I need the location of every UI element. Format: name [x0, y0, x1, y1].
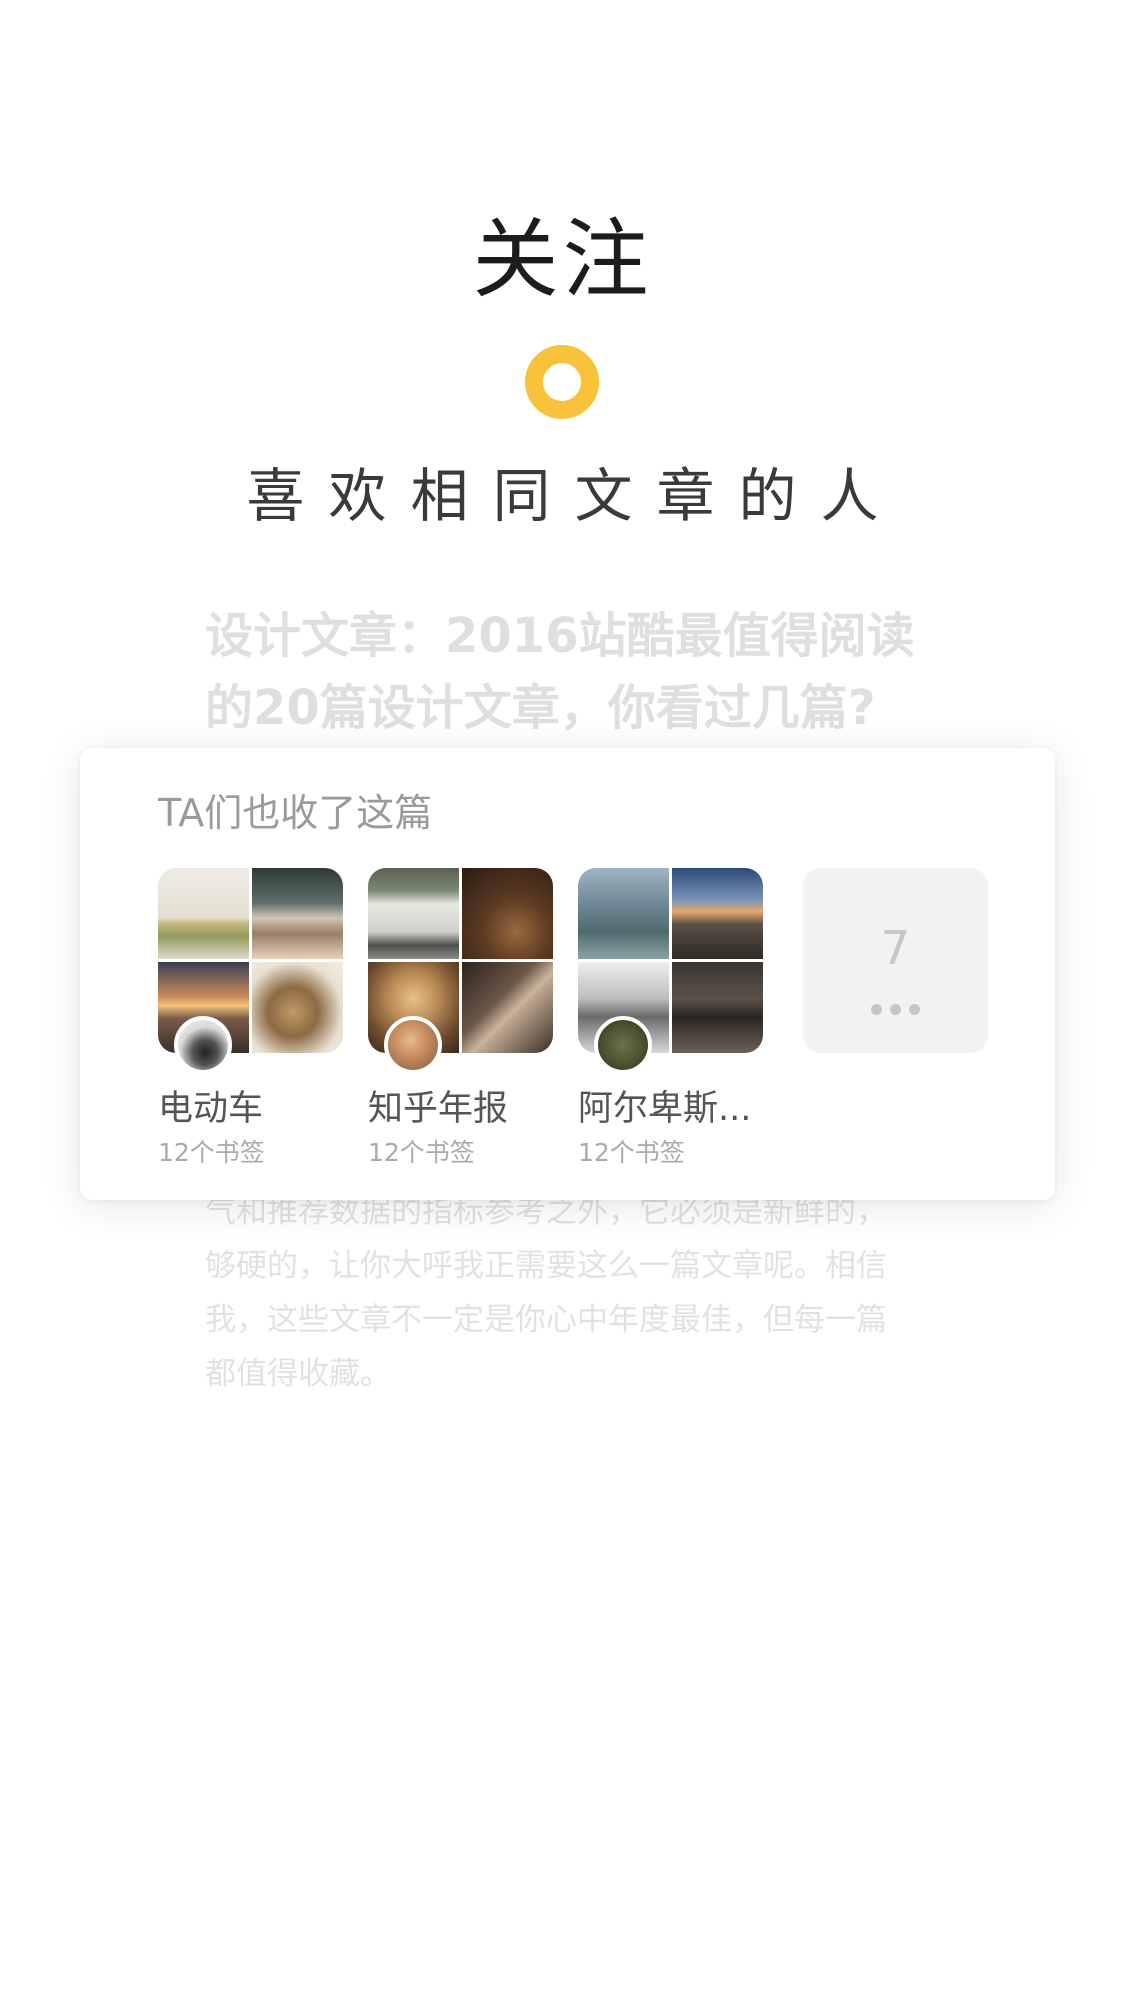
collection-name: 知乎年报 [368, 1089, 509, 1129]
collection-count: 12个书签 [158, 1138, 265, 1167]
background-article: 设计文章：2016站酷最值得阅读 的20篇设计文章，你看过几篇? [205, 600, 935, 744]
cover-photo [672, 962, 763, 1053]
collection-count: 12个书签 [578, 1138, 685, 1167]
article-headline-line-1: 设计文章：2016站酷最值得阅读 [205, 608, 915, 664]
article-body: 气和推荐数据的指标参考之外，它必须是新鲜的， 够硬的，让你大呼我正需要这么一篇文… [205, 1185, 945, 1401]
article-body-line: 够硬的，让你大呼我正需要这么一篇文章呢。相信 [205, 1248, 887, 1284]
cover-photo [158, 868, 249, 959]
collection-item[interactable]: 知乎年报 12个书签 [368, 868, 553, 1169]
cover-photo [462, 868, 553, 959]
avatar [174, 1016, 232, 1074]
collection-item[interactable]: 阿尔卑斯... 12个书签 [578, 868, 763, 1169]
more-count: 7 [880, 921, 911, 975]
collection-name: 电动车 [158, 1089, 264, 1129]
collection-name: 阿尔卑斯... [578, 1089, 752, 1129]
cover-photo [462, 962, 553, 1053]
collection-count: 12个书签 [368, 1138, 475, 1167]
more-dots-icon [803, 1004, 988, 1015]
card-header: TA们也收了这篇 [158, 791, 433, 835]
onboarding-screen: 关注 喜欢相同文章的人 设计文章：2016站酷最值得阅读 的20篇设计文章，你看… [0, 0, 1125, 2001]
collection-item[interactable]: 电动车 12个书签 [158, 868, 343, 1169]
page-subtitle: 喜欢相同文章的人 [246, 462, 903, 530]
avatar [384, 1016, 442, 1074]
cover-photo [368, 868, 459, 959]
avatar [594, 1016, 652, 1074]
cover-photo [252, 962, 343, 1053]
cover-photo [252, 868, 343, 959]
article-body-line: 我，这些文章不一定是你心中年度最佳，但每一篇 [205, 1302, 887, 1338]
article-headline-line-2: 的20篇设计文章，你看过几篇? [205, 680, 876, 736]
collectors-card: TA们也收了这篇 电动车 12个书签 知乎年报 12个书签 阿尔卑斯... 12… [80, 748, 1055, 1200]
more-collections-button[interactable]: 7 [803, 868, 988, 1053]
cover-photo [578, 868, 669, 959]
ring-icon [525, 345, 599, 419]
article-body-line: 都值得收藏。 [205, 1356, 391, 1392]
cover-photo [672, 868, 763, 959]
page-title: 关注 [472, 210, 653, 310]
